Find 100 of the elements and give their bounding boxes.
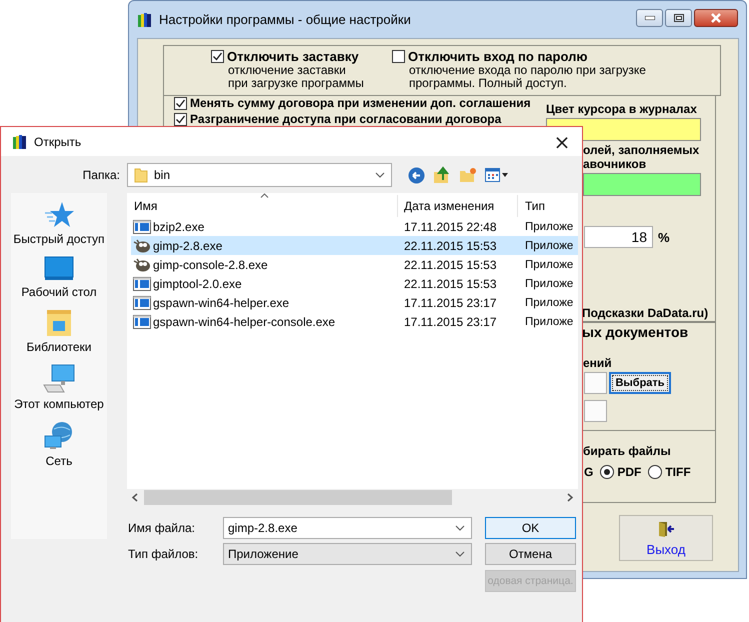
close-icon xyxy=(710,13,722,23)
chevron-down-icon xyxy=(375,172,385,178)
unit-label: % xyxy=(658,230,670,244)
file-type: Приложе xyxy=(524,278,574,290)
option-description: отключение заставки xyxy=(227,64,346,77)
file-row[interactable]: bzip2.exe 17.11.2015 22:48 Приложе xyxy=(131,217,578,236)
app-window-icon xyxy=(133,314,151,328)
view-menu-icon[interactable] xyxy=(485,168,509,182)
minimize-icon xyxy=(644,16,654,20)
field-label: Цвет курсора в журналах xyxy=(546,102,698,116)
checkbox-label: Отключить заставку xyxy=(227,49,360,64)
column-header[interactable]: Имя xyxy=(127,195,398,217)
place-item[interactable]: Этот компьютер xyxy=(14,364,104,411)
file-name: gspawn-win64-helper.exe xyxy=(153,296,290,310)
option-description: программы. Полный доступ. xyxy=(408,77,567,90)
file-name: gimp-2.8.exe xyxy=(153,238,222,252)
folder-dropdown[interactable]: bin xyxy=(127,163,392,187)
place-item[interactable]: Библиотеки xyxy=(26,309,92,354)
exit-button[interactable]: Выход xyxy=(619,515,713,561)
file-date: 22.11.2015 15:53 xyxy=(403,258,498,272)
sort-caret-icon xyxy=(260,193,269,198)
file-name: gimp-console-2.8.exe xyxy=(153,258,268,272)
file-date: 22.11.2015 15:53 xyxy=(403,276,498,290)
checkbox-label: Менять сумму договора при изменении доп. соглашения xyxy=(190,96,531,110)
file-row[interactable]: gimptool-2.0.exe 22.11.2015 15:53 Приложе xyxy=(131,274,578,293)
file-type: Приложе xyxy=(524,296,574,308)
field-label: олей, заполняемых xyxy=(583,143,700,157)
back-icon[interactable] xyxy=(408,166,425,184)
minimize-button[interactable] xyxy=(636,9,663,27)
file-type: Приложе xyxy=(524,258,574,270)
dialog-button[interactable]: Отмена xyxy=(485,543,576,565)
scroll-left-icon[interactable] xyxy=(131,493,138,502)
field-label: авочников xyxy=(583,157,648,171)
checkbox-label: Отключить вход по паролю xyxy=(408,49,588,64)
animal-icon xyxy=(133,258,151,272)
file-type-dropdown[interactable]: Приложение xyxy=(223,543,472,565)
app-window-icon xyxy=(133,220,151,234)
maximize-button[interactable] xyxy=(665,9,692,27)
option-description: отключение входа по паролю при загрузке xyxy=(408,64,646,77)
file-date: 17.11.2015 23:17 xyxy=(403,296,498,310)
file-name: gimptool-2.0.exe xyxy=(153,276,242,290)
file-type: Приложе xyxy=(524,220,574,232)
file-date: 17.11.2015 22:48 xyxy=(403,220,498,234)
star-icon xyxy=(44,201,74,229)
color-swatch[interactable] xyxy=(583,173,701,196)
door-icon xyxy=(657,520,675,538)
path-field[interactable] xyxy=(584,372,607,394)
dadata-label: Подсказки DaData.ru) xyxy=(582,306,708,320)
file-name-label: Имя файла: xyxy=(128,521,196,535)
section-heading: ых документов xyxy=(582,324,688,340)
format-label: G xyxy=(584,465,594,479)
place-item[interactable]: Рабочий стол xyxy=(21,256,97,299)
books-icon xyxy=(137,12,153,28)
choose-button[interactable]: Выбрать xyxy=(609,372,671,394)
books-icon xyxy=(12,134,28,150)
checkbox[interactable] xyxy=(174,113,187,126)
file-name: bzip2.exe xyxy=(153,220,204,234)
file-row[interactable]: gimp-console-2.8.exe 22.11.2015 15:53 Приложе xyxy=(131,255,578,274)
place-item[interactable]: Быстрый доступ xyxy=(13,201,105,246)
checkbox-label: Разграничение доступа при согласовании договора xyxy=(190,112,502,126)
scroll-right-icon[interactable] xyxy=(567,493,574,502)
radio-button[interactable] xyxy=(648,465,662,479)
folder-icon xyxy=(134,167,148,183)
field-label: ений xyxy=(583,356,612,370)
file-row[interactable]: gimp-2.8.exe 22.11.2015 15:53 Приложе xyxy=(131,236,578,255)
checkbox[interactable] xyxy=(211,50,224,63)
percent-field[interactable]: 18 xyxy=(584,226,653,248)
radio-button[interactable] xyxy=(600,465,614,479)
close-button[interactable] xyxy=(694,9,738,27)
app-window-icon xyxy=(133,296,151,310)
checkbox[interactable] xyxy=(174,97,187,110)
computer-icon xyxy=(42,364,75,394)
folder-up-icon[interactable] xyxy=(433,166,451,184)
folder-label: Папка: xyxy=(82,168,120,182)
file-date: 22.11.2015 15:53 xyxy=(403,238,498,252)
close-button[interactable]: × xyxy=(542,127,582,156)
animal-icon xyxy=(133,238,151,252)
checkbox[interactable] xyxy=(392,50,405,63)
column-header[interactable]: Тип xyxy=(518,195,578,217)
chevron-down-icon xyxy=(455,525,465,531)
file-row[interactable]: gspawn-win64-helper-console.exe 17.11.2015 23:17 Приложе xyxy=(131,312,578,331)
path-field[interactable] xyxy=(584,400,607,422)
file-type-label: Тип файлов: xyxy=(128,547,200,561)
dialog-button[interactable]: OK xyxy=(485,517,576,539)
network-icon xyxy=(44,421,74,451)
monitor-icon xyxy=(44,256,74,282)
file-type: Приложе xyxy=(524,316,574,328)
radio-label: PDF xyxy=(617,465,642,479)
file-row[interactable]: gspawn-win64-helper.exe 17.11.2015 23:17 Приложе xyxy=(131,293,578,312)
place-item[interactable]: Сеть xyxy=(44,421,74,468)
app-window-icon xyxy=(133,276,151,290)
window-title: Настройки программы - общие настройки xyxy=(159,12,411,27)
chevron-down-icon xyxy=(455,551,465,557)
option-description: при загрузке программы xyxy=(227,77,364,90)
field-label: бирать файлы xyxy=(583,444,671,458)
radio-label: TIFF xyxy=(665,465,691,479)
maximize-icon xyxy=(674,14,684,22)
dialog-title: Открыть xyxy=(34,134,82,148)
column-header[interactable]: Дата изменения xyxy=(398,195,518,217)
file-name-field[interactable]: gimp-2.8.exe xyxy=(223,517,472,539)
